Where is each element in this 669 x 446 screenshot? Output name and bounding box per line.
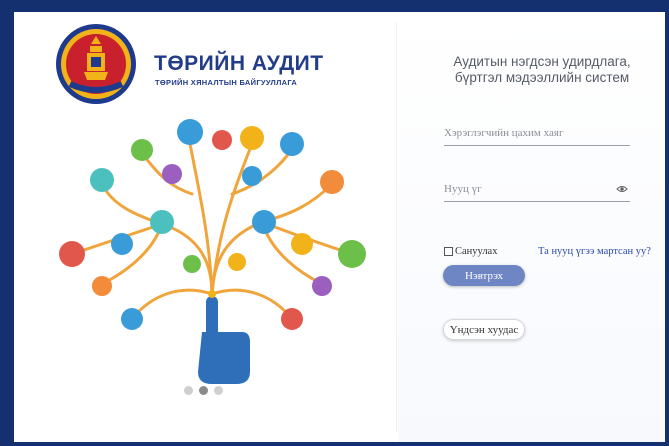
forgot-password-link[interactable]: Та нууц үгээ мартсан уу?: [538, 246, 651, 257]
carousel-dot-1[interactable]: [184, 386, 193, 395]
email-input[interactable]: [444, 120, 630, 145]
carousel-dot-3[interactable]: [214, 386, 223, 395]
remember-checkbox-box[interactable]: [444, 247, 453, 256]
home-page-button[interactable]: Үндсэн хуудас: [443, 319, 525, 340]
remember-label: Сануулах: [455, 246, 498, 257]
system-title: Аудитын нэгдсэн удирдлага, бүртгэл мэдээ…: [453, 54, 631, 85]
login-window: ТӨРИЙН АУДИТ ТӨРИЙН ХЯНАЛТЫН БАЙГУУЛЛАГА: [14, 12, 665, 442]
login-panel: Аудитын нэгдсэн удирдлага, бүртгэл мэдээ…: [398, 12, 665, 442]
pointing-hand-icon: [198, 296, 250, 384]
emblem-icon: [56, 24, 136, 104]
login-button[interactable]: Нэвтрэх: [443, 265, 525, 286]
eye-icon[interactable]: [616, 183, 628, 195]
brand-title: ТӨРИЙН АУДИТ: [154, 52, 324, 75]
password-field-wrapper: [444, 176, 630, 202]
password-input[interactable]: [444, 176, 630, 201]
tech-tree-illustration: [59, 119, 366, 384]
panel-divider: [396, 22, 397, 432]
left-panel: ТӨРИЙН АУДИТ ТӨРИЙН ХЯНАЛТЫН БАЙГУУЛЛАГА: [14, 12, 394, 442]
remember-checkbox[interactable]: Сануулах: [444, 246, 497, 257]
email-field-wrapper: [444, 120, 630, 146]
carousel-dot-2[interactable]: [199, 386, 208, 395]
brand-subtitle: ТӨРИЙН ХЯНАЛТЫН БАЙГУУЛЛАГА: [155, 78, 298, 87]
carousel-dots: [184, 386, 223, 395]
